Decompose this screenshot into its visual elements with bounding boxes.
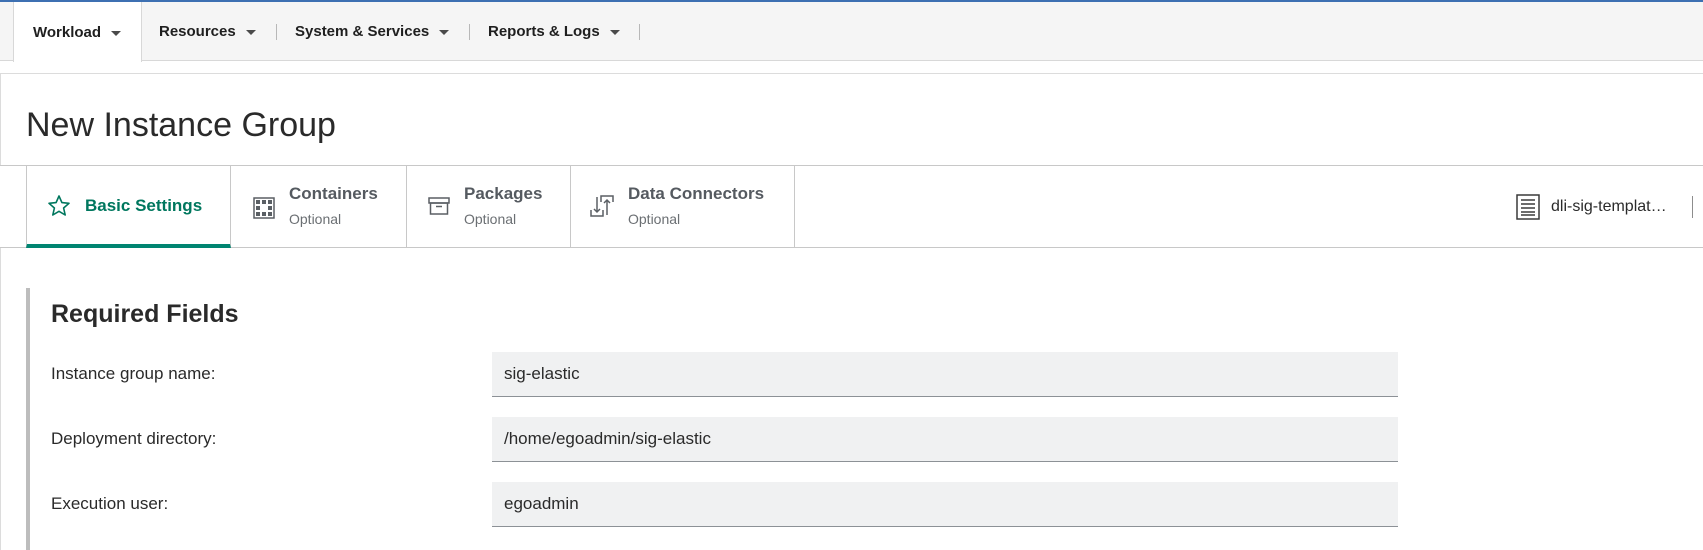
containers-grid-icon: [253, 197, 275, 219]
document-icon: [1516, 194, 1540, 220]
chevron-down-icon: [609, 30, 620, 35]
template-label: dli-sig-templat…: [1551, 198, 1667, 215]
nav-label-workload: Workload: [33, 23, 102, 41]
tab-sublabel: Optional: [628, 211, 681, 227]
tab-basic-settings[interactable]: Basic Settings: [26, 166, 231, 248]
execution-user-label: Execution user:: [51, 494, 169, 513]
chevron-down-icon: [439, 30, 450, 35]
chevron-down-icon: [111, 30, 122, 36]
nav-label-system-services: System & Services: [295, 23, 430, 40]
tab-label: Basic Settings: [85, 196, 203, 215]
data-transfer-icon: [590, 195, 614, 217]
tab-packages[interactable]: Packages Optional: [407, 166, 571, 247]
deployment-directory-label: Deployment directory:: [51, 429, 217, 448]
toolbar-divider: [1692, 196, 1693, 218]
star-icon: [48, 195, 70, 216]
template-link[interactable]: dli-sig-templat…: [1515, 193, 1667, 221]
deployment-directory-field[interactable]: [492, 417, 1398, 462]
nav-menu-workload[interactable]: Workload: [13, 2, 142, 62]
tab-data-connectors[interactable]: Data Connectors Optional: [571, 166, 795, 247]
nav-menu-system-services[interactable]: System & Services: [295, 2, 450, 61]
nav-label-resources: Resources: [159, 23, 236, 40]
nav-divider: [469, 24, 470, 40]
nav-divider: [639, 24, 640, 40]
package-box-icon: [428, 197, 450, 215]
tab-label: Packages: [464, 184, 543, 203]
nav-label-reports-logs: Reports & Logs: [488, 23, 600, 40]
tab-containers[interactable]: Containers Optional: [231, 166, 407, 247]
execution-user-field[interactable]: [492, 482, 1398, 527]
wizard-tab-bar: Basic Settings Containers Optional Packa…: [0, 165, 1703, 248]
section-title: Required Fields: [51, 300, 239, 328]
top-navigation-bar: Workload Resources System & Services Rep…: [0, 0, 1703, 62]
instance-group-name-field[interactable]: [492, 352, 1398, 397]
instance-group-name-label: Instance group name:: [51, 364, 216, 383]
nav-menu-resources[interactable]: Resources: [159, 2, 256, 61]
tab-label: Containers: [289, 184, 378, 203]
tab-sublabel: Optional: [464, 211, 517, 227]
nav-divider: [276, 24, 277, 40]
tab-label: Data Connectors: [628, 184, 765, 203]
chevron-down-icon: [245, 30, 256, 35]
page-title: New Instance Group: [26, 106, 336, 144]
nav-menu-reports-logs[interactable]: Reports & Logs: [488, 2, 620, 61]
tab-sublabel: Optional: [289, 211, 342, 227]
